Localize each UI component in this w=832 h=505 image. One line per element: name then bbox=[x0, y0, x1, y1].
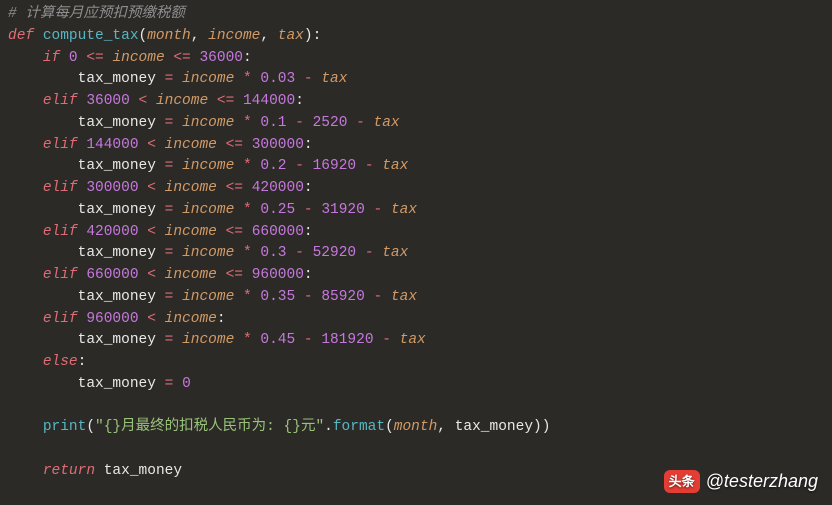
code-editor[interactable]: # 计算每月应预扣预缴税额 def compute_tax(month, inc… bbox=[8, 4, 824, 483]
watermark-handle: @testerzhang bbox=[706, 468, 818, 495]
watermark: 头条 @testerzhang bbox=[664, 468, 818, 495]
watermark-badge: 头条 bbox=[664, 470, 700, 494]
